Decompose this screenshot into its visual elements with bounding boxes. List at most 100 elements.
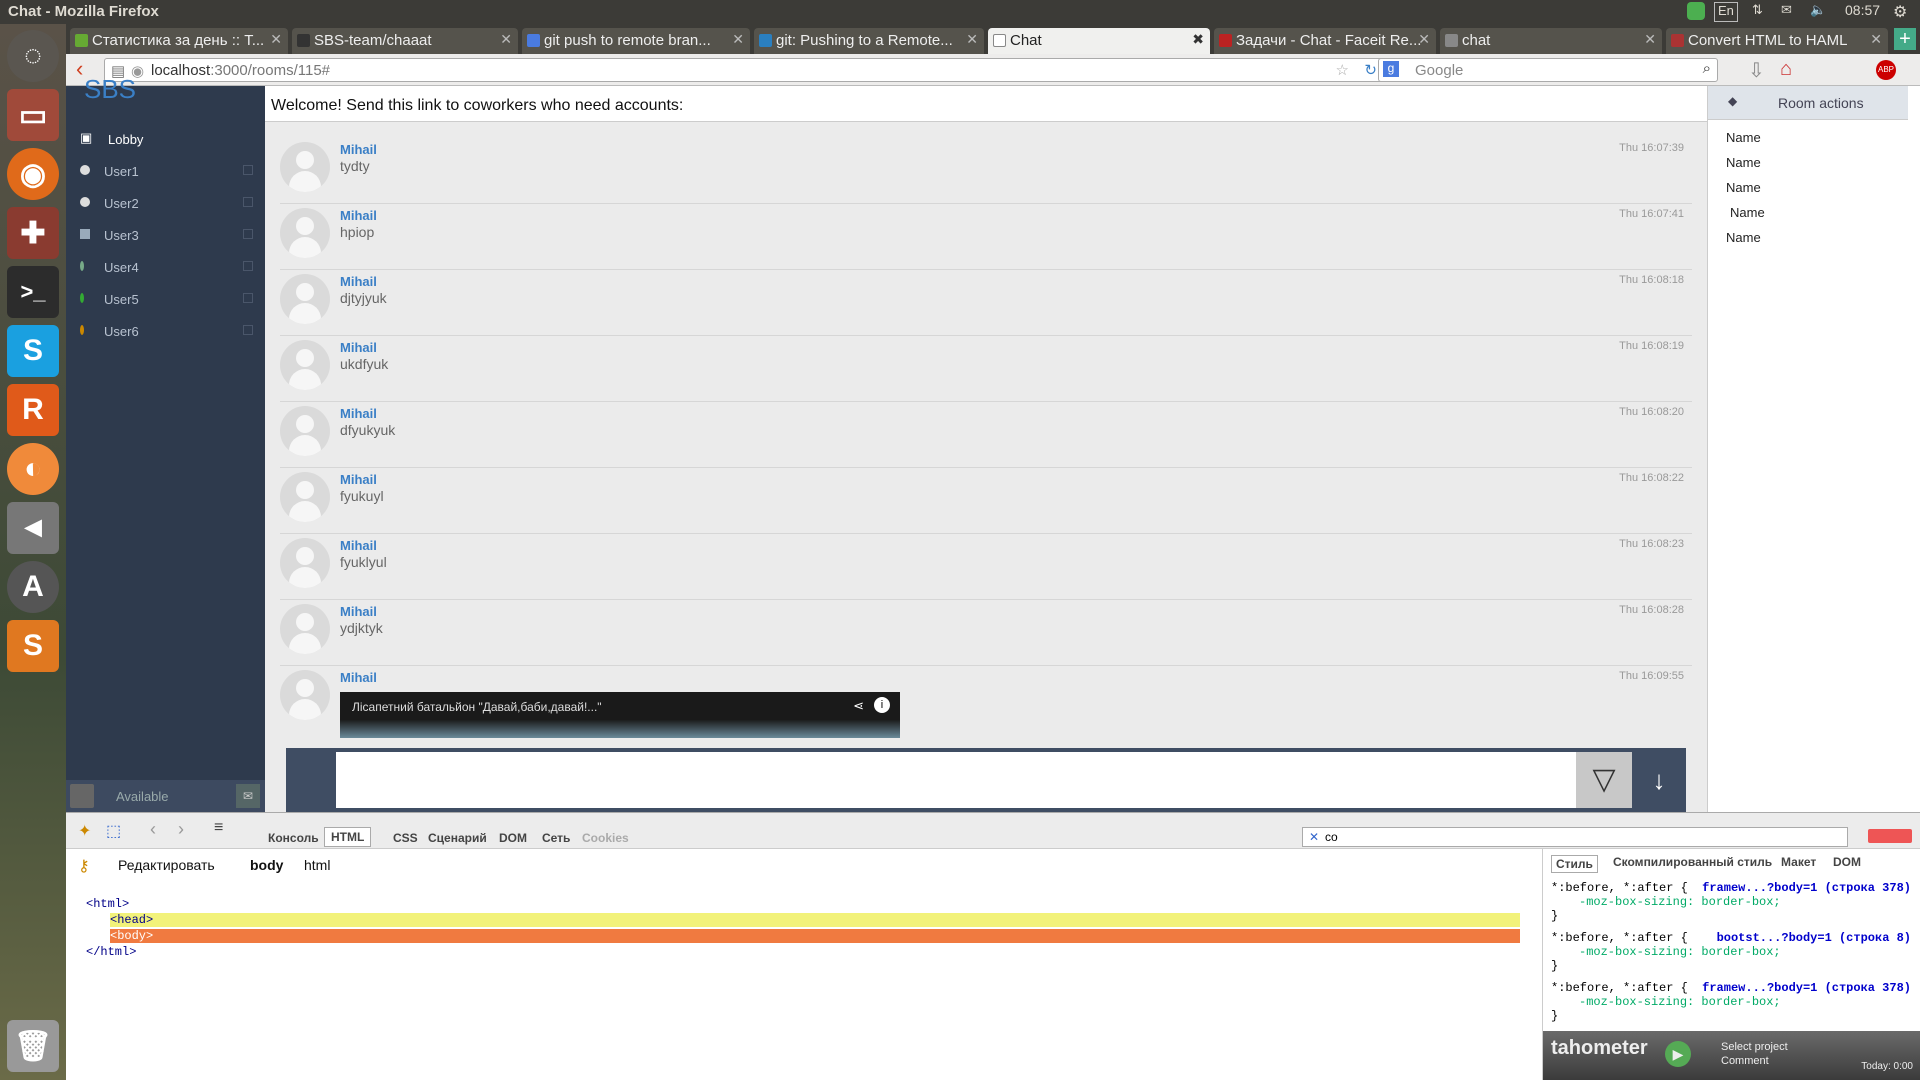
video-embed[interactable]: Лісапетний батальйон "Давай,баби,давай!.…: [340, 692, 900, 738]
message-author[interactable]: Mihail: [340, 538, 377, 553]
files-icon[interactable]: ▭: [7, 89, 59, 141]
member-name[interactable]: Name: [1730, 205, 1765, 220]
rule-source[interactable]: framew...?body=1 (строка 378): [1702, 981, 1911, 995]
room-actions-dropdown[interactable]: Room actions: [1778, 95, 1864, 111]
member-name[interactable]: Name: [1726, 130, 1761, 145]
tab-chat[interactable]: chat ✕: [1440, 28, 1662, 54]
sidebar-item-user[interactable]: User3: [66, 220, 265, 250]
message-author[interactable]: Mihail: [340, 670, 377, 685]
sidebar-item-user[interactable]: User6: [66, 316, 265, 346]
sublime-icon[interactable]: S: [7, 620, 59, 672]
status-select[interactable]: Available: [116, 789, 169, 804]
tab-style[interactable]: Стиль: [1551, 855, 1598, 873]
gear-icon[interactable]: ⚙: [1893, 2, 1907, 22]
mail-icon[interactable]: ✉: [1781, 2, 1792, 22]
message-icon[interactable]: [243, 197, 253, 207]
adblock-icon[interactable]: ABP: [1876, 60, 1896, 80]
send-icon[interactable]: ↓: [1632, 752, 1686, 808]
message-author[interactable]: Mihail: [340, 472, 377, 487]
terminal-icon[interactable]: >_: [7, 266, 59, 318]
rule-source[interactable]: framew...?body=1 (строка 378): [1702, 881, 1911, 895]
project-select[interactable]: Select project: [1721, 1041, 1788, 1053]
play-icon[interactable]: ▶: [1665, 1041, 1691, 1067]
devtools-search-input[interactable]: ✕ co: [1302, 827, 1848, 847]
network-icon[interactable]: ⇅: [1752, 2, 1763, 22]
tab-faceit[interactable]: Задачи - Chat - Faceit Re... ✕: [1214, 28, 1436, 54]
message-author[interactable]: Mihail: [340, 340, 377, 355]
update-icon[interactable]: A: [7, 561, 59, 613]
next-icon[interactable]: ›: [178, 819, 184, 840]
bookmark-star-icon[interactable]: ☆: [1336, 61, 1349, 79]
tab-html[interactable]: HTML: [324, 827, 372, 847]
sidebar-item-user[interactable]: User1: [66, 156, 265, 186]
tab-git-remote[interactable]: git: Pushing to a Remote... ✕: [754, 28, 984, 54]
message-icon[interactable]: [243, 293, 253, 303]
message-author[interactable]: Mihail: [340, 604, 377, 619]
sidebar-item-user[interactable]: User5: [66, 284, 265, 314]
close-icon[interactable]: ✖: [1192, 31, 1204, 48]
close-icon[interactable]: ✕: [966, 31, 978, 48]
firebug-icon[interactable]: ✦: [78, 821, 91, 841]
menu-icon[interactable]: ≡: [214, 819, 223, 837]
mail-icon[interactable]: ✉: [236, 784, 260, 808]
rubymine-icon[interactable]: R: [7, 384, 59, 436]
window-controls[interactable]: [1868, 829, 1912, 843]
info-icon[interactable]: i: [874, 697, 890, 713]
tab-dom[interactable]: DOM: [499, 831, 527, 845]
filter-icon[interactable]: ▽: [1576, 752, 1632, 808]
tab-github[interactable]: SBS-team/chaaat ✕: [292, 28, 518, 54]
close-icon[interactable]: ✕: [732, 31, 744, 48]
tab-html2haml[interactable]: Convert HTML to HAML ✕: [1666, 28, 1888, 54]
share-icon[interactable]: ⋖: [853, 698, 864, 714]
tab-css[interactable]: CSS: [393, 831, 418, 845]
tab-layout[interactable]: Макет: [1781, 855, 1816, 869]
close-icon[interactable]: ✕: [1418, 31, 1430, 48]
member-name[interactable]: Name: [1726, 180, 1761, 195]
clear-icon[interactable]: ✕: [1309, 830, 1319, 844]
keyboard-layout[interactable]: En: [1714, 2, 1738, 22]
avatar[interactable]: [70, 784, 94, 808]
edit-icon[interactable]: ⚷: [78, 856, 90, 876]
search-icon[interactable]: ⌕: [1703, 60, 1711, 77]
tab-dom-style[interactable]: DOM: [1833, 855, 1861, 869]
skype-icon[interactable]: S: [7, 325, 59, 377]
breadcrumb-body[interactable]: body: [250, 857, 283, 873]
comment-field[interactable]: Comment: [1721, 1055, 1769, 1067]
tab-chat-active[interactable]: Chat ✖: [988, 28, 1210, 54]
tree-body[interactable]: <body>: [110, 929, 1520, 943]
tab-statistics[interactable]: Статистика за день :: T... ✕: [70, 28, 288, 54]
volume-icon[interactable]: 🔈: [1810, 2, 1826, 22]
home-icon[interactable]: ⌂: [1780, 58, 1792, 81]
message-icon[interactable]: [243, 325, 253, 335]
settings-icon[interactable]: ✚: [7, 207, 59, 259]
prev-icon[interactable]: ‹: [150, 819, 156, 840]
member-name[interactable]: Name: [1726, 155, 1761, 170]
close-icon[interactable]: ✕: [270, 31, 282, 48]
sync-icon[interactable]: [1687, 2, 1705, 20]
breadcrumb-html[interactable]: html: [304, 857, 330, 873]
message-icon[interactable]: [243, 165, 253, 175]
edit-button[interactable]: Редактировать: [118, 857, 215, 873]
trash-icon[interactable]: 🗑: [7, 1020, 59, 1072]
tab-computed[interactable]: Скомпилированный стиль: [1613, 855, 1772, 869]
tree-head[interactable]: <head>: [110, 913, 1520, 927]
dash-icon[interactable]: ◌: [7, 30, 59, 82]
firefox-icon[interactable]: ◉: [7, 148, 59, 200]
tab-google[interactable]: git push to remote bran... ✕: [522, 28, 750, 54]
tab-console[interactable]: Консоль: [268, 831, 319, 845]
tree-html[interactable]: <html>: [86, 897, 129, 911]
inspect-icon[interactable]: ⬚: [106, 821, 121, 841]
tab-cookies[interactable]: Cookies: [582, 831, 629, 845]
message-input[interactable]: [336, 752, 1576, 808]
sidebar-item-user[interactable]: User4: [66, 252, 265, 282]
tangerine-icon[interactable]: ◐: [7, 443, 59, 495]
download-icon[interactable]: ⇩: [1748, 58, 1765, 83]
search-input[interactable]: g Google ⌕: [1378, 58, 1718, 82]
rule-source[interactable]: bootst...?body=1 (строка 8): [1717, 931, 1911, 945]
reload-icon[interactable]: ↻: [1364, 61, 1377, 79]
message-author[interactable]: Mihail: [340, 274, 377, 289]
message-icon[interactable]: [243, 261, 253, 271]
url-bar[interactable]: ▤ ◉ localhost:3000/rooms/115# ☆ ↻: [104, 58, 1386, 82]
close-icon[interactable]: ✕: [1644, 31, 1656, 48]
message-author[interactable]: Mihail: [340, 406, 377, 421]
